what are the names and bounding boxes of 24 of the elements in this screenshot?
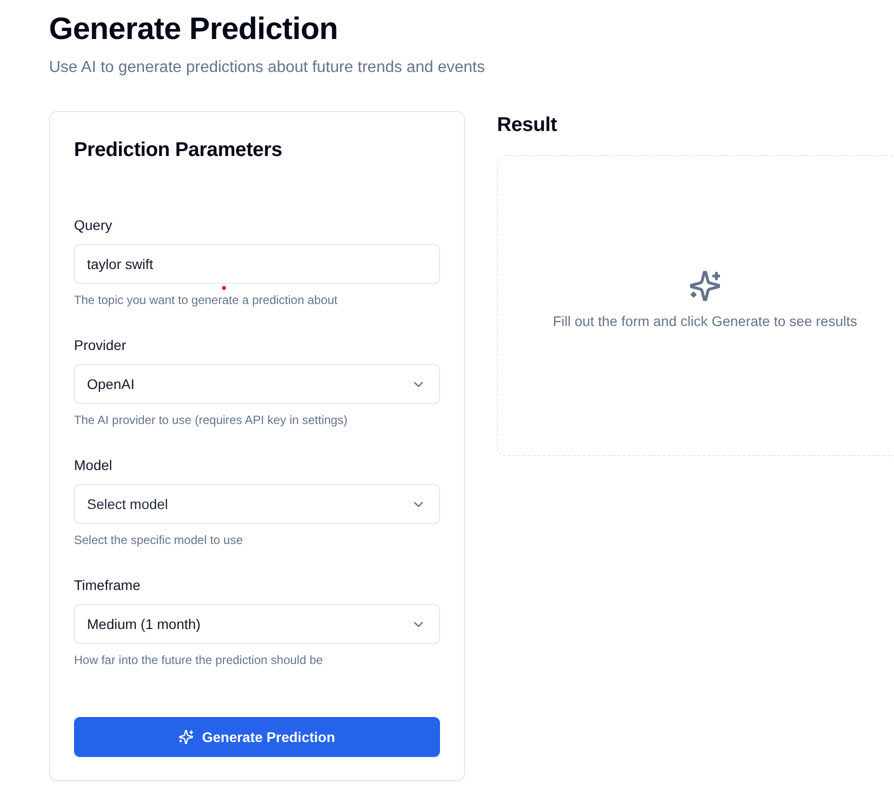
- page-title: Generate Prediction: [49, 11, 339, 47]
- chevron-down-icon: [414, 502, 423, 506]
- field-help-text: The AI provider to use (requires API key in settings): [74, 412, 348, 428]
- field-label: Timeframe: [74, 576, 142, 595]
- field-help-text: How far into the future the prediction should be: [74, 652, 324, 668]
- card-title: Prediction Parameters: [74, 138, 284, 163]
- field-label: Provider: [74, 336, 128, 355]
- chevron-down-icon: [414, 622, 423, 626]
- field-help-text: The topic you want to generate a prediction about: [74, 292, 339, 308]
- generate-button[interactable]: Generate Prediction: [74, 717, 440, 757]
- text-input[interactable]: taylor swift: [74, 244, 440, 284]
- empty-state-message: Fill out the form and click Generate to see results: [552, 312, 858, 330]
- chevron-down-icon: [414, 382, 423, 386]
- select-field[interactable]: Select model: [74, 484, 440, 524]
- field-label: Model: [74, 456, 114, 475]
- cursor-dot-icon: [222, 286, 226, 290]
- result-title: Result: [497, 113, 558, 138]
- field-label: Query: [74, 216, 114, 235]
- select-field[interactable]: OpenAI: [74, 364, 440, 404]
- page-subtitle: Use AI to generate predictions about future trends and events: [49, 58, 486, 78]
- field-help-text: Select the specific model to use: [74, 532, 244, 548]
- sparkles-icon: [690, 270, 720, 300]
- select-field[interactable]: Medium (1 month): [74, 604, 440, 644]
- sparkles-icon: [178, 730, 193, 744]
